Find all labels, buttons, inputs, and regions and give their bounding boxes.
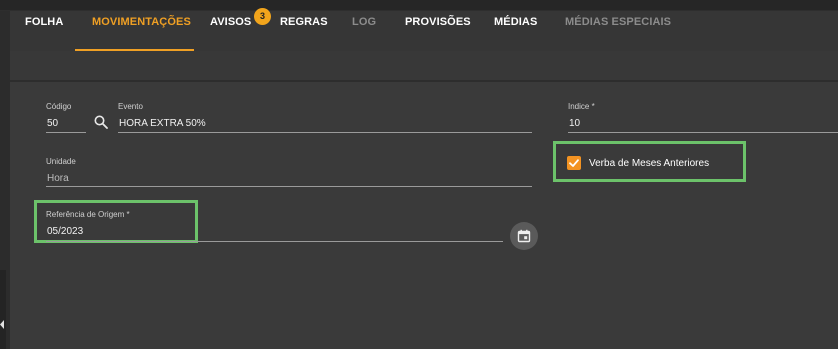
toolbar-area (10, 51, 838, 80)
unidade-underline (46, 186, 532, 187)
sidebar-edge (0, 270, 6, 349)
tab-log[interactable]: LOG (352, 0, 376, 40)
verba-meses-anteriores-label[interactable]: Verba de Meses Anteriores (589, 158, 709, 169)
codigo-underline (46, 132, 86, 133)
calendar-icon (517, 229, 531, 243)
indice-label: Indice * (568, 102, 595, 111)
indice-input[interactable]: 10 (569, 118, 580, 129)
unidade-input[interactable]: Hora (47, 173, 69, 184)
tab-folha[interactable]: FOLHA (25, 0, 63, 40)
tab-medias[interactable]: MÉDIAS (494, 0, 537, 40)
tab-movimentacoes[interactable]: MOVIMENTAÇÕES (92, 0, 191, 40)
referencia-origem-label: Referência de Origem * (46, 210, 130, 219)
tab-regras[interactable]: REGRAS (280, 0, 328, 40)
referencia-origem-input[interactable]: 05/2023 (47, 226, 83, 237)
indice-underline (568, 132, 838, 133)
tab-avisos[interactable]: AVISOS (210, 0, 251, 40)
evento-label: Evento (118, 102, 143, 111)
search-icon[interactable] (94, 115, 108, 129)
evento-input[interactable]: HORA EXTRA 50% (119, 118, 206, 129)
check-icon (569, 159, 579, 167)
referencia-origem-underline (46, 241, 503, 242)
unidade-label: Unidade (46, 157, 76, 166)
tab-medias-especiais[interactable]: MÉDIAS ESPECIAIS (565, 0, 671, 40)
evento-underline (118, 132, 532, 133)
tab-provisoes[interactable]: PROVISÕES (405, 0, 471, 40)
chevron-left-icon[interactable] (0, 320, 5, 329)
verba-meses-anteriores-checkbox[interactable] (567, 156, 581, 170)
avisos-count-badge: 3 (254, 8, 271, 25)
codigo-label: Código (46, 102, 72, 111)
calendar-button[interactable] (510, 222, 538, 250)
codigo-input[interactable]: 50 (47, 118, 58, 129)
